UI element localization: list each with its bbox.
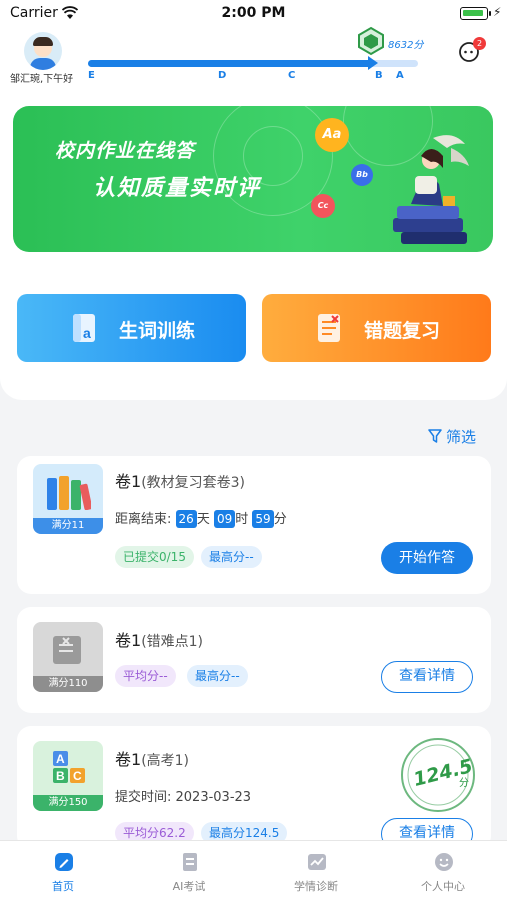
submission-tag: 已提交0/15 [115,546,194,568]
exam-card[interactable]: 满分11 卷1(教材复习套卷3) 距离结束: 26 天 09 时 59 分 已提交0/… [17,456,491,594]
greeting-text: 邹汇琬,下午好 [10,74,74,85]
vocabulary-book-icon: a [73,314,95,342]
level-e: E [88,70,95,81]
mistake-review-button[interactable]: 错题复习 [262,294,491,362]
full-score-label: 满分110 [33,676,103,692]
view-details-button[interactable]: 查看详情 [381,661,473,693]
bubble-aa: Aa [315,118,349,152]
chart-diagnosis-icon [308,854,326,870]
avatar[interactable] [24,32,62,70]
bottom-tab-bar: 首页 AI考试 学情诊断 个人中心 [0,840,507,900]
score-value: 8632分 [388,40,424,51]
average-score-tag: 平均分-- [115,665,176,687]
ai-exam-icon [183,853,197,871]
unread-badge: 2 [473,37,486,50]
submit-time: 提交时间: 2023-03-23 [115,790,252,805]
tab-label: 首页 [52,880,74,893]
level-c: C [288,70,296,81]
home-pen-icon [55,853,73,871]
full-score-label: 满分150 [33,795,103,811]
level-a: A [396,70,404,81]
score-stamp: 124.5 分 [397,734,479,816]
highest-score-tag: 最高分-- [201,546,262,568]
bubble-cc: Cc [311,194,335,218]
exam-thumbnail: 满分110 [33,622,103,692]
svg-text:a: a [83,325,91,341]
level-b: B [375,70,383,81]
full-score-label: 满分11 [33,518,103,534]
stamp-unit: 分 [459,778,469,789]
exam-thumbnail: 满分11 [33,464,103,534]
vocabulary-training-button[interactable]: a 生词训练 [17,294,246,362]
battery-icon [460,7,491,20]
abc-blocks-icon: A B C [53,751,85,783]
banner-line-1: 校内作业在线答 [55,140,196,162]
paper-scroll-icon [53,636,81,664]
bubble-bb: Bb [351,164,373,186]
svg-text:B: B [56,769,65,783]
vocabulary-training-label: 生词训练 [119,320,196,342]
countdown: 距离结束: 26 天 09 时 59 分 [115,510,287,528]
home-header-panel: 邹汇琬,下午好 E D C B A 8632分 2 校内作业在线答 认知质量实时… [0,26,507,400]
filter-icon[interactable] [428,429,442,443]
tab-diagnosis[interactable]: 学情诊断 [253,841,379,900]
filter-button[interactable]: 筛选 [446,426,476,447]
clock: 2:00 PM [221,5,286,21]
tab-home[interactable]: 首页 [0,841,126,900]
progress-arrow-icon [368,56,378,70]
countdown-minutes: 59 [252,510,274,528]
banner-line-2: 认知质量实时评 [93,176,262,201]
tab-ai-exam[interactable]: AI考试 [126,841,252,900]
exam-thumbnail: A B C 满分150 [33,741,103,811]
tab-label: 个人中心 [421,880,465,893]
charging-icon: ⚡ [493,5,502,19]
promo-banner[interactable]: 校内作业在线答 认知质量实时评 Aa Bb Cc [13,106,493,252]
exam-title: 卷1(教材复习套卷3) [115,472,246,491]
exam-card[interactable]: A B C 满分150 卷1(高考1) 提交时间: 2023-03-23 平均分… [17,726,491,850]
exam-title: 卷1(高考1) [115,750,190,769]
score-badge-icon [358,26,384,56]
tab-profile[interactable]: 个人中心 [380,841,506,900]
level-progress-fill [88,60,372,67]
exam-title: 卷1(错难点1) [115,631,204,650]
svg-text:A: A [56,752,65,766]
svg-text:C: C [73,769,82,783]
mistake-notebook-icon [318,314,340,342]
tab-label: 学情诊断 [294,880,338,893]
highest-score-tag: 最高分-- [187,665,248,687]
mistake-review-label: 错题复习 [364,320,441,342]
status-bar: Carrier 2:00 PM ⚡ [0,0,507,28]
start-answer-button[interactable]: 开始作答 [381,542,473,574]
profile-face-icon [435,853,453,871]
exam-card[interactable]: 满分110 卷1(错难点1) 平均分-- 最高分-- 查看详情 [17,607,491,713]
countdown-hours: 09 [213,510,236,528]
books-icon [47,476,91,510]
level-d: D [218,70,227,81]
countdown-days: 26 [175,510,197,528]
tab-label: AI考试 [172,880,206,893]
reading-girl-illustration [393,135,469,244]
